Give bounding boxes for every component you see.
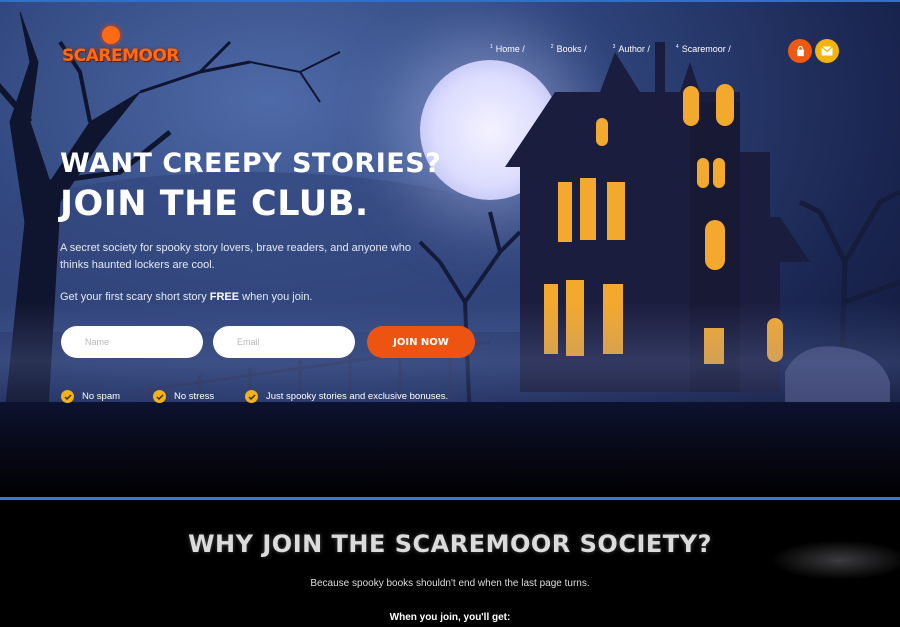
hero-title-line2: JOIN THE CLUB. (60, 184, 369, 224)
why-join-section: WHY JOIN THE SCAREMOOR SOCIETY? Because … (0, 500, 900, 627)
shopping-bag-icon (796, 45, 804, 56)
nav-number: 2 (550, 44, 554, 50)
why-title: WHY JOIN THE SCAREMOOR SOCIETY? (188, 530, 712, 558)
nav-number: 3 (612, 44, 616, 50)
perk-item: No spam (61, 390, 120, 403)
check-icon (153, 390, 166, 403)
perk-item: No stress (153, 390, 214, 403)
nav-item-scaremoor[interactable]: 4 Scaremoor / (676, 44, 731, 54)
check-icon (61, 390, 74, 403)
offer-suffix: when you join. (239, 291, 313, 303)
logo-text: SCAREMOOR (62, 46, 180, 66)
offer-free: FREE (209, 291, 240, 303)
nav-label: Author / (618, 44, 650, 54)
nav-number: 4 (675, 44, 679, 50)
nav-item-home[interactable]: 1 Home / (490, 44, 525, 54)
nav-label: Scaremoor / (681, 44, 731, 54)
envelope-icon (821, 46, 833, 56)
hero-title-line1: WANT CREEPY STORIES? (60, 148, 442, 179)
nav-item-books[interactable]: 2 Books / (551, 44, 587, 54)
nav-label: Books / (556, 44, 587, 54)
hero-section: SCAREMOOR 1 Home / 2 Books / 3 Author / 4 Sc… (0, 0, 900, 498)
hero-description: A secret society for spooky story lovers… (60, 242, 411, 271)
perk-label: No spam (82, 391, 121, 402)
offer-prefix: Get your first scary short story (60, 291, 210, 303)
join-now-button[interactable]: JOIN NOW (367, 326, 475, 358)
nav-number: 1 (490, 44, 493, 50)
scaremoor-logo[interactable]: SCAREMOOR (62, 20, 180, 90)
email-input[interactable] (213, 326, 355, 358)
why-benefits-heading: When you join, you'll get: (389, 612, 511, 623)
nav-label: Home / (495, 44, 525, 54)
check-icon (245, 390, 258, 403)
nav-item-author[interactable]: 3 Author / (613, 44, 650, 54)
hero-offer: Get your first scary short story FREE wh… (60, 291, 313, 303)
perk-label: Just spooky stories and exclusive bonuse… (266, 391, 449, 402)
cart-button[interactable] (788, 39, 812, 63)
main-nav: 1 Home / 2 Books / 3 Author / 4 Scaremoor / (490, 44, 757, 54)
ground-grass (0, 402, 900, 498)
name-input[interactable] (61, 326, 203, 358)
perk-label: No stress (174, 391, 215, 402)
perk-item: Just spooky stories and exclusive bonuse… (245, 390, 448, 403)
why-subtitle: Because spooky books shouldn't end when … (310, 578, 590, 589)
email-button[interactable] (815, 39, 839, 63)
skull-icon (102, 26, 120, 44)
